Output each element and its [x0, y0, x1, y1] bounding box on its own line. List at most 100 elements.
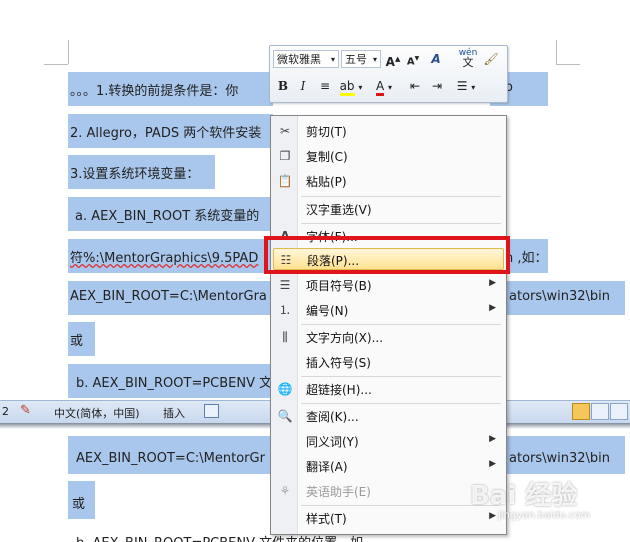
menu-item-label: 查阅(K)... — [306, 410, 359, 424]
doc-line: 或 — [72, 497, 86, 512]
proofing-icon[interactable]: ✎ — [20, 403, 31, 418]
chevron-down-icon: ▾ — [388, 83, 393, 92]
submenu-arrow-icon: ▶ — [489, 459, 496, 469]
copy-icon: ❐ — [279, 149, 291, 163]
menu-item-label: 汉字重选(V) — [306, 203, 372, 217]
english-assistant-icon: ⚘ — [279, 484, 291, 498]
menu-item-label: 粘贴(P) — [306, 175, 347, 189]
font-name-dropdown[interactable]: 微软雅黑 ▾ — [273, 50, 339, 68]
page-corner-mark — [556, 64, 580, 65]
menu-item-cut[interactable]: ✂ 剪切(T) — [273, 120, 504, 142]
doc-line: 。。。1.转换的前提条件是：你 — [70, 84, 239, 99]
menu-item-label: 样式(T) — [306, 512, 347, 526]
print-layout-view-icon[interactable] — [572, 403, 590, 420]
center-align-icon: ≡ — [319, 79, 331, 93]
submenu-arrow-icon: ▶ — [489, 434, 496, 444]
web-layout-view-icon[interactable] — [610, 403, 628, 420]
menu-item-reconvert[interactable]: 汉字重选(V) — [273, 198, 504, 220]
menu-item-text-direction[interactable]: ⫼ 文字方向(X)... — [273, 326, 504, 348]
menu-item-paste[interactable]: 📋 粘贴(P) — [273, 170, 504, 192]
menu-item-label: 复制(C) — [306, 150, 348, 164]
menu-item-research[interactable]: 🔍 查阅(K)... — [273, 405, 504, 427]
bullets-icon: ☰ — [456, 79, 468, 93]
menu-item-insert-symbol[interactable]: 插入符号(S) — [273, 351, 504, 373]
styles-button[interactable]: A — [427, 50, 445, 68]
menu-item-label: 编号(N) — [306, 304, 349, 318]
center-align-button[interactable]: ≡ — [316, 77, 334, 95]
menu-item-label: 项目符号(B) — [306, 279, 372, 293]
menu-item-label: 插入符号(S) — [306, 356, 371, 370]
chevron-down-icon: ▾ — [358, 83, 363, 92]
macro-record-icon[interactable] — [204, 404, 219, 418]
italic-button[interactable]: I — [294, 77, 312, 95]
styles-icon: A — [431, 52, 441, 66]
doc-line: b. AEX_BIN_ROOT=PCBENV 文 — [76, 376, 273, 391]
text-direction-icon: ⫼ — [282, 330, 288, 344]
highlight-color-button[interactable]: ab ▾ — [338, 77, 364, 96]
menu-item-translate[interactable]: 翻译(A) ▶ — [273, 455, 504, 477]
decrease-indent-icon: ⇤ — [409, 79, 421, 93]
annotation-highlight-box — [264, 236, 510, 274]
doc-line: 符%:\MentorGraphics\9.5PAD — [70, 251, 259, 266]
menu-separator — [301, 223, 501, 224]
mini-toolbar: 微软雅黑 ▾ 五号 ▾ A▲ A▼ A wén 文 🖌 B I ≡ ab ▾ A… — [269, 45, 508, 103]
chevron-down-icon: ▾ — [330, 55, 335, 64]
doc-line: 或 — [70, 334, 84, 349]
menu-item-label: 翻译(A) — [306, 460, 348, 474]
doc-line: AEX_BIN_ROOT=C:\MentorGra — [70, 289, 267, 304]
menu-separator — [301, 403, 501, 404]
chevron-down-icon: ▾ — [471, 83, 476, 92]
decrease-indent-button[interactable]: ⇤ — [406, 77, 424, 95]
phonetic-guide-label: 文 — [462, 56, 474, 69]
format-painter-button[interactable]: 🖌 — [482, 50, 500, 68]
menu-item-label: 同义词(Y) — [306, 435, 359, 449]
submenu-arrow-icon: ▶ — [489, 278, 496, 288]
menu-item-label: 文字方向(X)... — [306, 331, 384, 345]
font-name-value: 微软雅黑 — [277, 53, 321, 66]
menu-separator — [301, 324, 501, 325]
increase-indent-button[interactable]: ⇥ — [428, 77, 446, 95]
menu-separator — [301, 196, 501, 197]
doc-line: 3.设置系统环境变量： — [70, 167, 200, 182]
shrink-font-button[interactable]: A▼ — [404, 50, 422, 68]
page-corner-mark — [68, 40, 69, 64]
research-icon: 🔍 — [277, 409, 293, 423]
grow-font-button[interactable]: A▲ — [384, 50, 402, 69]
status-language[interactable]: 中文(简体，中国) — [54, 405, 140, 421]
doc-line-fragment: n ,如： — [505, 251, 548, 266]
grow-font-icon: A — [385, 55, 395, 69]
italic-icon: I — [300, 79, 306, 93]
doc-line: AEX_BIN_ROOT=C:\MentorGr — [76, 451, 265, 466]
menu-item-bullets[interactable]: ☰ 项目符号(B) ▶ — [273, 274, 504, 296]
font-color-button[interactable]: A ▾ — [370, 77, 398, 96]
page-corner-mark — [44, 64, 68, 65]
bold-button[interactable]: B — [274, 77, 292, 95]
context-menu: ✂ 剪切(T) ❐ 复制(C) 📋 粘贴(P) 汉字重选(V) A 字体(F).… — [270, 115, 507, 535]
menu-item-numbering[interactable]: ⒈ 编号(N) ▶ — [273, 299, 504, 321]
menu-item-label: 英语助手(E) — [306, 485, 371, 499]
menu-item-label: 超链接(H)... — [306, 383, 372, 397]
doc-line-fragment: ators\win32\bin — [509, 289, 611, 304]
doc-line: a. AEX_BIN_ROOT 系统变量的 — [75, 209, 260, 224]
doc-line-fragment: ators\win32\bin — [509, 451, 611, 466]
doc-line: 2. Allegro，PADS 两个软件安装 — [70, 126, 262, 141]
font-size-dropdown[interactable]: 五号 ▾ — [341, 50, 381, 68]
menu-item-hyperlink[interactable]: 🌐 超链接(H)... — [273, 378, 504, 400]
baidu-jingyan-watermark: Bai 经验 — [470, 481, 578, 511]
bullets-icon: ☰ — [279, 278, 291, 292]
full-screen-reading-view-icon[interactable] — [591, 403, 609, 420]
status-page-number[interactable]: 2 — [2, 405, 9, 418]
phonetic-guide-button[interactable]: wén 文 — [457, 48, 479, 70]
format-painter-icon: 🖌 — [483, 52, 499, 66]
increase-indent-icon: ⇥ — [431, 79, 443, 93]
submenu-arrow-icon: ▶ — [489, 511, 496, 521]
menu-separator — [301, 376, 501, 377]
baidu-jingyan-watermark-url: jingyan.baidu.com — [498, 510, 591, 521]
hyperlink-icon: 🌐 — [277, 382, 293, 396]
bold-icon: B — [277, 79, 289, 93]
status-insert-mode[interactable]: 插入 — [163, 405, 185, 421]
highlighter-icon: ab — [339, 79, 355, 96]
menu-item-copy[interactable]: ❐ 复制(C) — [273, 145, 504, 167]
menu-item-synonyms[interactable]: 同义词(Y) ▶ — [273, 430, 504, 452]
bullets-button[interactable]: ☰ ▾ — [452, 77, 480, 95]
